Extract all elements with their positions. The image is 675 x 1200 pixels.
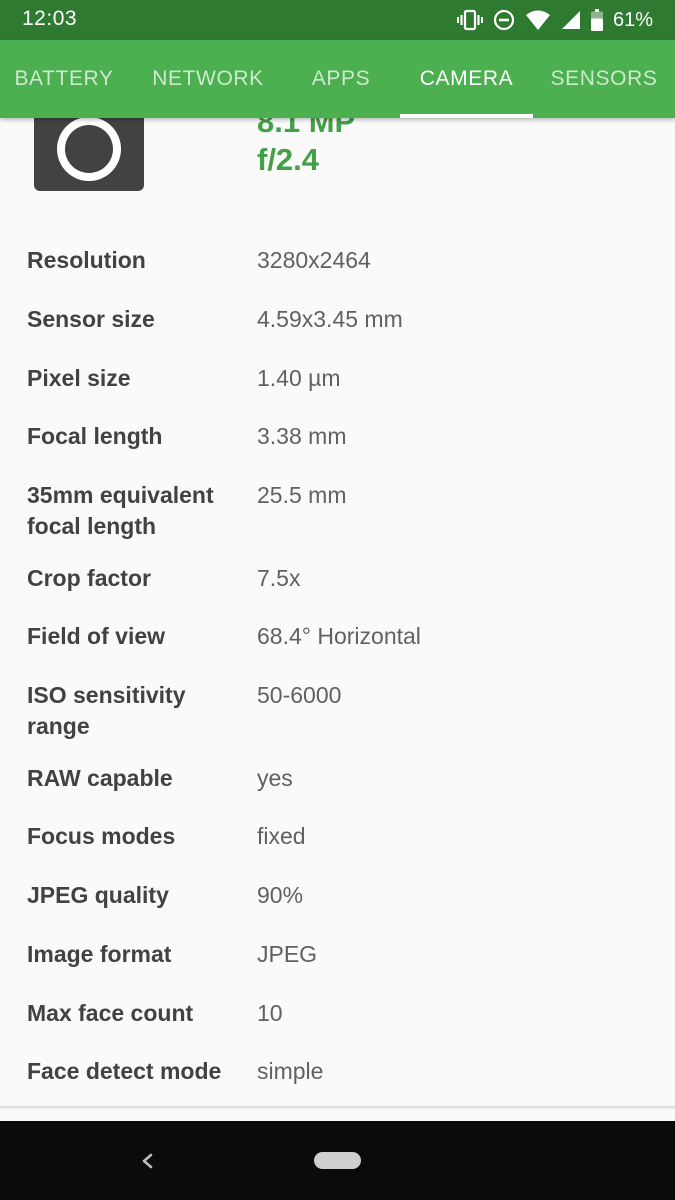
screen: 12:03 61% BATTERY NETWORK APPS CAMERA SE…	[0, 0, 675, 1200]
spec-value: 50-6000	[257, 682, 342, 708]
spec-label: Focus modes	[27, 823, 176, 849]
spec-label: Sensor size	[27, 306, 155, 332]
back-button[interactable]	[134, 1147, 160, 1175]
spec-value: 90%	[257, 882, 304, 908]
spec-label: Field of view	[27, 623, 166, 649]
spec-label: JPEG quality	[27, 882, 169, 908]
active-tab-indicator	[400, 114, 533, 118]
tab-camera[interactable]: CAMERA	[400, 40, 533, 118]
spec-label: Crop factor	[27, 565, 151, 591]
spec-value: 10	[257, 1000, 283, 1026]
spec-value: fixed	[257, 823, 306, 849]
battery-percent: 61%	[612, 8, 653, 31]
spec-label: Pixel size	[27, 365, 131, 391]
tab-label: BATTERY	[14, 67, 114, 90]
spec-value: 3280x2464	[257, 247, 371, 273]
status-bar: 12:03 61%	[0, 0, 675, 40]
spec-label: Focal length	[27, 423, 163, 449]
tab-bar: BATTERY NETWORK APPS CAMERA SENSORS	[0, 40, 675, 118]
camera-icon	[34, 118, 144, 197]
spec-label: Face detect mode	[27, 1058, 222, 1084]
spec-value: 1.40 µm	[257, 365, 341, 391]
spec-value: 68.4° Horizontal	[257, 623, 421, 649]
spec-value: 7.5x	[257, 565, 301, 591]
status-time: 12:03	[22, 7, 78, 30]
tab-network[interactable]: NETWORK	[142, 40, 274, 118]
status-icons: 61%	[456, 6, 653, 34]
wifi-icon	[525, 9, 551, 31]
cellular-signal-icon	[561, 10, 581, 30]
spec-value: 4.59x3.45 mm	[257, 306, 403, 332]
spec-value: JPEG	[257, 941, 318, 967]
spec-value: 25.5 mm	[257, 482, 347, 508]
tab-label: SENSORS	[550, 67, 658, 90]
tab-label: NETWORK	[152, 67, 264, 90]
spec-value: 3.38 mm	[257, 423, 347, 449]
spec-label: Max face count	[27, 1000, 194, 1026]
spec-value: yes	[257, 765, 293, 791]
camera-details-panel[interactable]: 8.1 MP f/2.4 Resolution 3280x2464 Sensor…	[0, 118, 675, 1108]
spec-label: ISO sensitivity range	[27, 682, 186, 739]
camera-megapixels: 8.1 MP	[257, 118, 356, 139]
do-not-disturb-icon	[493, 9, 515, 31]
tab-label: APPS	[311, 67, 371, 90]
spec-label: RAW capable	[27, 765, 173, 791]
spec-value: simple	[257, 1058, 324, 1084]
vibrate-icon	[456, 8, 483, 32]
tab-label: CAMERA	[419, 67, 514, 90]
battery-icon	[590, 9, 603, 31]
home-button[interactable]	[314, 1152, 361, 1169]
camera-aperture: f/2.4	[257, 142, 320, 177]
tab-battery[interactable]: BATTERY	[0, 40, 128, 118]
tab-apps[interactable]: APPS	[284, 40, 398, 118]
back-arrow-icon	[142, 1153, 153, 1169]
tab-sensors[interactable]: SENSORS	[540, 40, 668, 118]
spec-label: 35mm equivalent focal length	[27, 482, 214, 539]
spec-label: Image format	[27, 941, 172, 967]
spec-label: Resolution	[27, 247, 146, 273]
content-bottom-edge	[0, 1106, 675, 1110]
navigation-bar	[0, 1121, 675, 1200]
